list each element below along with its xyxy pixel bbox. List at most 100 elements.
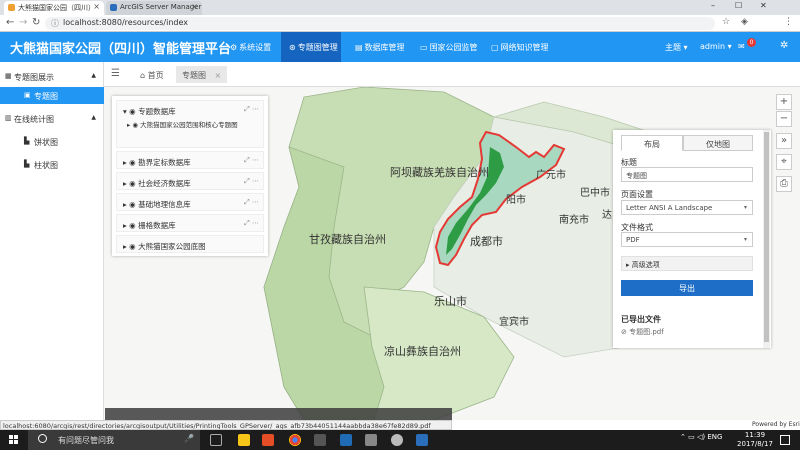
browser-menu-icon[interactable]: ⋮ xyxy=(784,17,793,27)
hamburger-menu-icon[interactable]: ☰ xyxy=(111,68,120,79)
html-editor-icon[interactable] xyxy=(262,434,274,446)
file-format-value: PDF xyxy=(626,236,640,244)
layer-label: 基础地理信息库 xyxy=(138,200,191,209)
notifications-icon[interactable] xyxy=(780,435,790,445)
task-view-icon[interactable] xyxy=(210,434,222,446)
nav-system-settings[interactable]: ⚙ 系统设置 xyxy=(230,32,276,62)
title-input[interactable]: 专题图 xyxy=(621,167,753,182)
eye-icon[interactable]: ◉ xyxy=(129,200,136,209)
nav-database[interactable]: ▤ 数据库管理 xyxy=(355,32,407,62)
gear-icon: ⚙ xyxy=(230,43,238,52)
clock-date: 2017/8/17 xyxy=(737,440,773,448)
close-tab-icon[interactable]: × xyxy=(93,2,100,11)
settings-gear-icon[interactable]: ✲ xyxy=(780,32,788,62)
file-format-select[interactable]: PDF ▾ xyxy=(621,232,753,247)
chrome-icon[interactable] xyxy=(289,434,301,446)
browser-tab-active[interactable]: 大熊猫国家公园（四川） × xyxy=(4,1,104,15)
chevron-right-icon: ▸ xyxy=(123,200,127,209)
layer-group-thematic[interactable]: ▾ ◉ 专题数据库 ⤢ ⋯ ▸ ◉ 大熊猫国家公园范围和核心专题图 xyxy=(116,100,264,148)
monitor-icon: ▭ xyxy=(420,43,428,52)
zoom-in-button[interactable]: + xyxy=(776,94,792,110)
chevron-right-icon: ▸ xyxy=(123,221,127,230)
file-explorer-icon[interactable] xyxy=(238,434,250,446)
address-bar: ← → ↻ ⓘ localhost:8080/resources/index ☆… xyxy=(0,15,800,32)
back-icon[interactable]: ← xyxy=(6,17,14,28)
eye-icon[interactable]: ◉ xyxy=(129,179,136,188)
language-indicator: ENG xyxy=(707,433,723,441)
zoom-out-button[interactable]: − xyxy=(776,111,792,127)
eye-icon[interactable]: ◉ xyxy=(129,158,136,167)
close-tab-icon[interactable]: × xyxy=(215,71,222,80)
print-icon[interactable]: ⎙ xyxy=(776,176,792,192)
layer-group-basic-geo[interactable]: ▸ ◉ 基础地理信息库 ⤢ ⋯ xyxy=(116,193,264,211)
url-field[interactable]: ⓘ localhost:8080/resources/index xyxy=(45,17,715,30)
layer-tools-icon[interactable]: ⤢ ⋯ xyxy=(244,177,259,186)
microphone-icon[interactable]: 🎤 xyxy=(184,434,194,443)
close-window-icon[interactable]: ✕ xyxy=(760,1,767,10)
sidebar: ▦ 专题图展示 ▲ ▣ 专题图 ▥ 在线统计图 ▲ ▙ 饼状图 ▙ 柱状图 xyxy=(0,62,104,420)
browser-tab-arcgis[interactable]: ArcGIS Server Manager × xyxy=(106,1,202,15)
compass-icon[interactable]: ⌖ xyxy=(776,154,792,170)
maximize-icon[interactable]: ☐ xyxy=(735,1,742,10)
sidebar-item-thematic-map[interactable]: ▣ 专题图 xyxy=(0,87,104,104)
chevron-up-icon: ▲ xyxy=(91,72,96,79)
minimize-icon[interactable]: – xyxy=(711,1,715,10)
arcgis-app-icon[interactable] xyxy=(416,434,428,446)
chevron-down-icon: ▾ xyxy=(727,42,732,51)
reload-icon[interactable]: ↻ xyxy=(32,17,40,28)
bar-chart-icon: ▙ xyxy=(24,160,30,168)
globe-app-icon[interactable] xyxy=(391,434,403,446)
mail-badge: 0 xyxy=(747,38,756,47)
user-menu[interactable]: admin ▾ xyxy=(700,32,732,62)
close-tab-icon[interactable]: × xyxy=(191,2,198,11)
layer-child-item[interactable]: ▸ ◉ 大熊猫国家公园范围和核心专题图 xyxy=(127,121,255,129)
start-button[interactable] xyxy=(0,430,28,450)
ide-icon[interactable] xyxy=(340,434,352,446)
mail-button[interactable]: ✉ 0 xyxy=(738,32,756,62)
scrollbar-thumb[interactable] xyxy=(764,132,769,342)
app-icon[interactable] xyxy=(314,434,326,446)
exported-file-link[interactable]: ⊘ 专题图.pdf xyxy=(621,327,664,337)
layer-group-basemap[interactable]: ▸ ◉ 大熊猫国家公园底图 xyxy=(116,235,264,253)
layer-tools-icon[interactable]: ⤢ ⋯ xyxy=(244,219,259,228)
expand-panel-icon[interactable]: » xyxy=(776,133,792,149)
eye-icon[interactable]: ◉ xyxy=(129,221,136,230)
nav-knowledge[interactable]: ▢ 网络知识管理 xyxy=(491,32,553,62)
theme-label: 主题 xyxy=(665,43,681,52)
layer-tools-icon[interactable]: ⤢ ⋯ xyxy=(244,198,259,207)
eye-icon[interactable]: ◉ xyxy=(132,121,138,129)
print-panel-scrollbar[interactable] xyxy=(763,130,770,348)
advanced-options-toggle[interactable]: ▸ 高级选项 xyxy=(621,256,753,271)
taskbar-clock[interactable]: 11:39 2017/8/17 xyxy=(737,431,773,449)
layer-tools-icon[interactable]: ⤢ ⋯ xyxy=(244,105,259,114)
page-setup-select[interactable]: Letter ANSI A Landscape ▾ xyxy=(621,200,753,215)
theme-menu[interactable]: 主题 ▾ xyxy=(665,32,688,62)
layer-group-socioeconomic[interactable]: ▸ ◉ 社会经济数据库 ⤢ ⋯ xyxy=(116,172,264,190)
tab-layout[interactable]: 布局 xyxy=(621,135,683,151)
sidebar-group-online-stats[interactable]: ▥ 在线统计图 ▲ xyxy=(0,110,104,127)
database-icon: ▤ xyxy=(355,43,363,52)
tab-home[interactable]: ⌂ 首页 xyxy=(134,66,170,83)
eye-icon[interactable]: ◉ xyxy=(129,107,136,116)
print-panel: 布局 仅地图 标题 专题图 页面设置 Letter ANSI A Landsca… xyxy=(613,130,771,348)
layer-tools-icon[interactable]: ⤢ ⋯ xyxy=(244,156,259,165)
system-tray[interactable]: ⌃ ▭ ◁) ENG xyxy=(680,433,722,441)
forward-icon[interactable]: → xyxy=(19,17,27,28)
nav-park-supervision[interactable]: ▭ 国家公园监管 xyxy=(420,32,482,62)
tab-thematic-map[interactable]: 专题图 × xyxy=(176,66,228,83)
settings-app-icon[interactable] xyxy=(365,434,377,446)
export-button[interactable]: 导出 xyxy=(621,280,753,296)
sidebar-item-bar-chart[interactable]: ▙ 柱状图 xyxy=(0,156,104,173)
extension-icon[interactable]: ◈ xyxy=(741,17,748,27)
layer-group-boundary[interactable]: ▸ ◉ 勘界定标数据库 ⤢ ⋯ xyxy=(116,151,264,169)
sidebar-item-pie-chart[interactable]: ▙ 饼状图 xyxy=(0,133,104,150)
bookmark-star-icon[interactable]: ☆ xyxy=(722,17,730,27)
nav-thematic-map[interactable]: ⊛ 专题图管理 xyxy=(281,32,341,62)
eye-icon[interactable]: ◉ xyxy=(129,242,136,251)
taskbar-search[interactable]: 有问题尽管问我 🎤 xyxy=(28,430,200,450)
tab-map-only[interactable]: 仅地图 xyxy=(683,135,753,151)
sidebar-group-thematic-display[interactable]: ▦ 专题图展示 ▲ xyxy=(0,68,104,85)
layer-group-raster[interactable]: ▸ ◉ 栅格数据库 ⤢ ⋯ xyxy=(116,214,264,232)
nav-label: 专题图管理 xyxy=(297,43,338,52)
sidebar-item-label: 专题图展示 xyxy=(14,73,54,82)
